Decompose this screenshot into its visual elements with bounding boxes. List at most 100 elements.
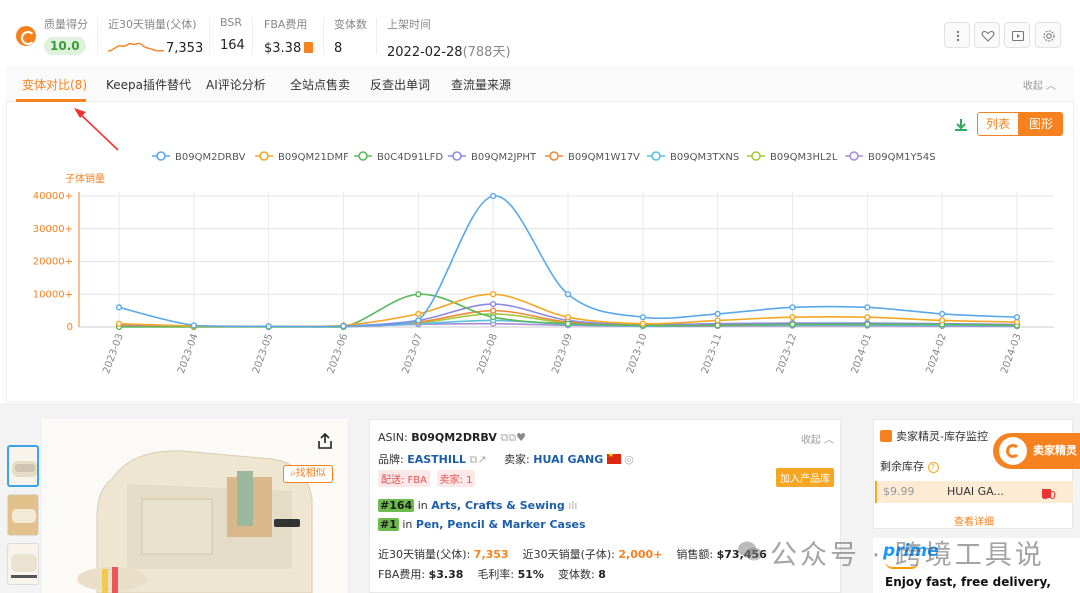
data-point [490, 291, 497, 298]
listed-date: 2022-02-28 [387, 45, 463, 60]
fba-fee-label: FBA费用: [378, 568, 426, 581]
sellers-count-tag[interactable]: 卖家: 1 [436, 470, 476, 487]
data-point [340, 322, 347, 330]
view-details-link[interactable]: 查看详细 [954, 513, 994, 528]
x-tick-label: 2023-07 [401, 332, 426, 375]
divider [252, 18, 253, 54]
x-tick-label: 2024-01 [850, 332, 875, 375]
annotation-arrow-icon [74, 108, 119, 151]
rank-in-label: in [417, 499, 428, 512]
settings-icon [1043, 30, 1055, 42]
variant-chart-panel: 列表 图形 子体销量 40000+ 30000+ 20000+ 10000+ 0 2023-… [6, 102, 1074, 402]
x-tick-label: 2023-08 [475, 332, 500, 375]
heart-icon[interactable]: ♥ [516, 431, 526, 444]
bsr-value: 164 [220, 38, 245, 53]
thumbnail-1[interactable] [7, 445, 39, 487]
variants-count-label: 变体数: [557, 568, 595, 581]
calculator-icon[interactable] [304, 42, 314, 53]
location-icon[interactable]: ◎ [624, 453, 634, 466]
collapse-button[interactable]: 收起 ︿ [1023, 77, 1056, 92]
rank-badge: #164 [378, 499, 415, 512]
data-point [714, 322, 721, 329]
tab-traffic-source[interactable]: 查流量来源 [451, 76, 511, 93]
fba-stat: FBA费用 $3.38 [264, 16, 314, 56]
info-collapse-button[interactable]: 收起 ︿ [801, 431, 834, 446]
bsr-label: BSR [220, 16, 242, 29]
video-icon [1011, 30, 1025, 42]
legend-label: B09QM1Y54S [868, 152, 936, 163]
variants-label: 变体数 [334, 18, 367, 31]
video-button[interactable] [1004, 22, 1030, 48]
inventory-row: $9.99 HUAI GA... 30 [875, 481, 1073, 503]
favorite-button[interactable] [974, 22, 1000, 48]
share-icon[interactable] [316, 432, 334, 450]
sales-parent-label: 近30天销量(父体): [378, 548, 471, 561]
listed-days: (788天) [462, 45, 511, 60]
bsr-stat: BSR 164 [220, 16, 245, 53]
remaining-stock-label: 剩余库存 ? [880, 458, 939, 474]
legend-marker [549, 151, 559, 161]
pencil-case-thumbnail [11, 554, 37, 578]
data-point [564, 320, 572, 327]
pencil-case-thumbnail [12, 461, 37, 477]
margin-value: 51% [517, 568, 544, 581]
china-flag-icon [606, 451, 621, 464]
fba-label: FBA费用 [264, 18, 308, 31]
x-tick-label: 2023-06 [326, 332, 351, 375]
data-point [564, 314, 572, 321]
more-button[interactable] [944, 22, 970, 48]
help-icon[interactable]: ? [927, 462, 939, 473]
inventory-stock-value: 30 [1042, 489, 1056, 502]
heart-icon [981, 30, 995, 42]
legend-label: B09QM3TXNS [670, 152, 739, 163]
copy-variants-icon[interactable]: ⧉ [508, 431, 516, 444]
category-link[interactable]: Arts, Crafts & Sewing [431, 499, 565, 512]
data-point [939, 317, 946, 324]
inventory-title-text: 卖家精灵-库存监控 [896, 430, 988, 443]
tab-ai-reviews[interactable]: AI评论分析 [206, 76, 266, 93]
product-main-image[interactable] [42, 419, 347, 593]
data-point [415, 310, 422, 318]
seller-link[interactable]: HUAI GANG [533, 453, 603, 466]
x-tick-label: 2023-04 [176, 332, 201, 375]
data-point [864, 321, 871, 328]
chevron-up-icon: ︿ [1046, 81, 1056, 92]
bar-chart-icon[interactable]: ılı [568, 499, 577, 512]
x-tick-label: 2023-05 [251, 332, 276, 375]
seller-label: 卖家: [504, 453, 530, 466]
data-point [415, 291, 422, 298]
data-point [864, 314, 871, 321]
thumbnail-2[interactable] [7, 494, 39, 536]
fee-row: FBA费用: $3.38 毛利率: 51% 变体数: 8 [378, 566, 606, 582]
x-tick-label: 2024-03 [999, 332, 1024, 375]
wechat-icon [738, 541, 762, 561]
y-tick-label: 20000+ [33, 257, 73, 268]
legend-label: B09QM21DMF [278, 152, 349, 163]
data-point [1013, 314, 1021, 321]
watermark-text: 公众号 · 跨境工具说 [770, 540, 1045, 571]
y-tick-label: 0 [67, 322, 73, 333]
find-similar-button[interactable]: ⌕找相似 [283, 465, 333, 483]
external-link-icon[interactable]: ↗ [477, 453, 486, 466]
legend-marker [156, 151, 166, 161]
category-link[interactable]: Pen, Pencil & Marker Cases [416, 518, 586, 531]
seller-sprite-icon [880, 430, 892, 442]
variants-count-value: 8 [598, 568, 606, 581]
listed-label: 上架时间 [387, 18, 431, 31]
settings-button[interactable] [1035, 22, 1061, 48]
fba-value: $3.38 [264, 41, 302, 56]
tab-reverse-keywords[interactable]: 反查出单词 [370, 76, 430, 93]
brand-link[interactable]: EASTHILL [407, 453, 466, 466]
y-axis-title: 子体销量 [65, 172, 105, 185]
asin-value[interactable]: B09QM2DRBV [411, 431, 497, 444]
add-to-library-button[interactable]: 加入产品库 [776, 468, 834, 487]
thumbnail-3[interactable] [7, 543, 39, 585]
x-tick-label: 2023-12 [775, 332, 800, 375]
seller-sprite-float-button[interactable]: 卖家精灵 [993, 433, 1080, 469]
rank-row-2: #1 in Pen, Pencil & Marker Cases [378, 518, 586, 531]
brand-label: 品牌: [378, 453, 404, 466]
legend-marker [651, 151, 661, 161]
stats-bar: 质量得分 10.0 近30天销量(父体) 7,353 BSR 164 FBA费用… [0, 0, 1080, 66]
variants-stat: 变体数 8 [334, 16, 367, 56]
tab-all-sites[interactable]: 全站点售卖 [290, 76, 350, 93]
